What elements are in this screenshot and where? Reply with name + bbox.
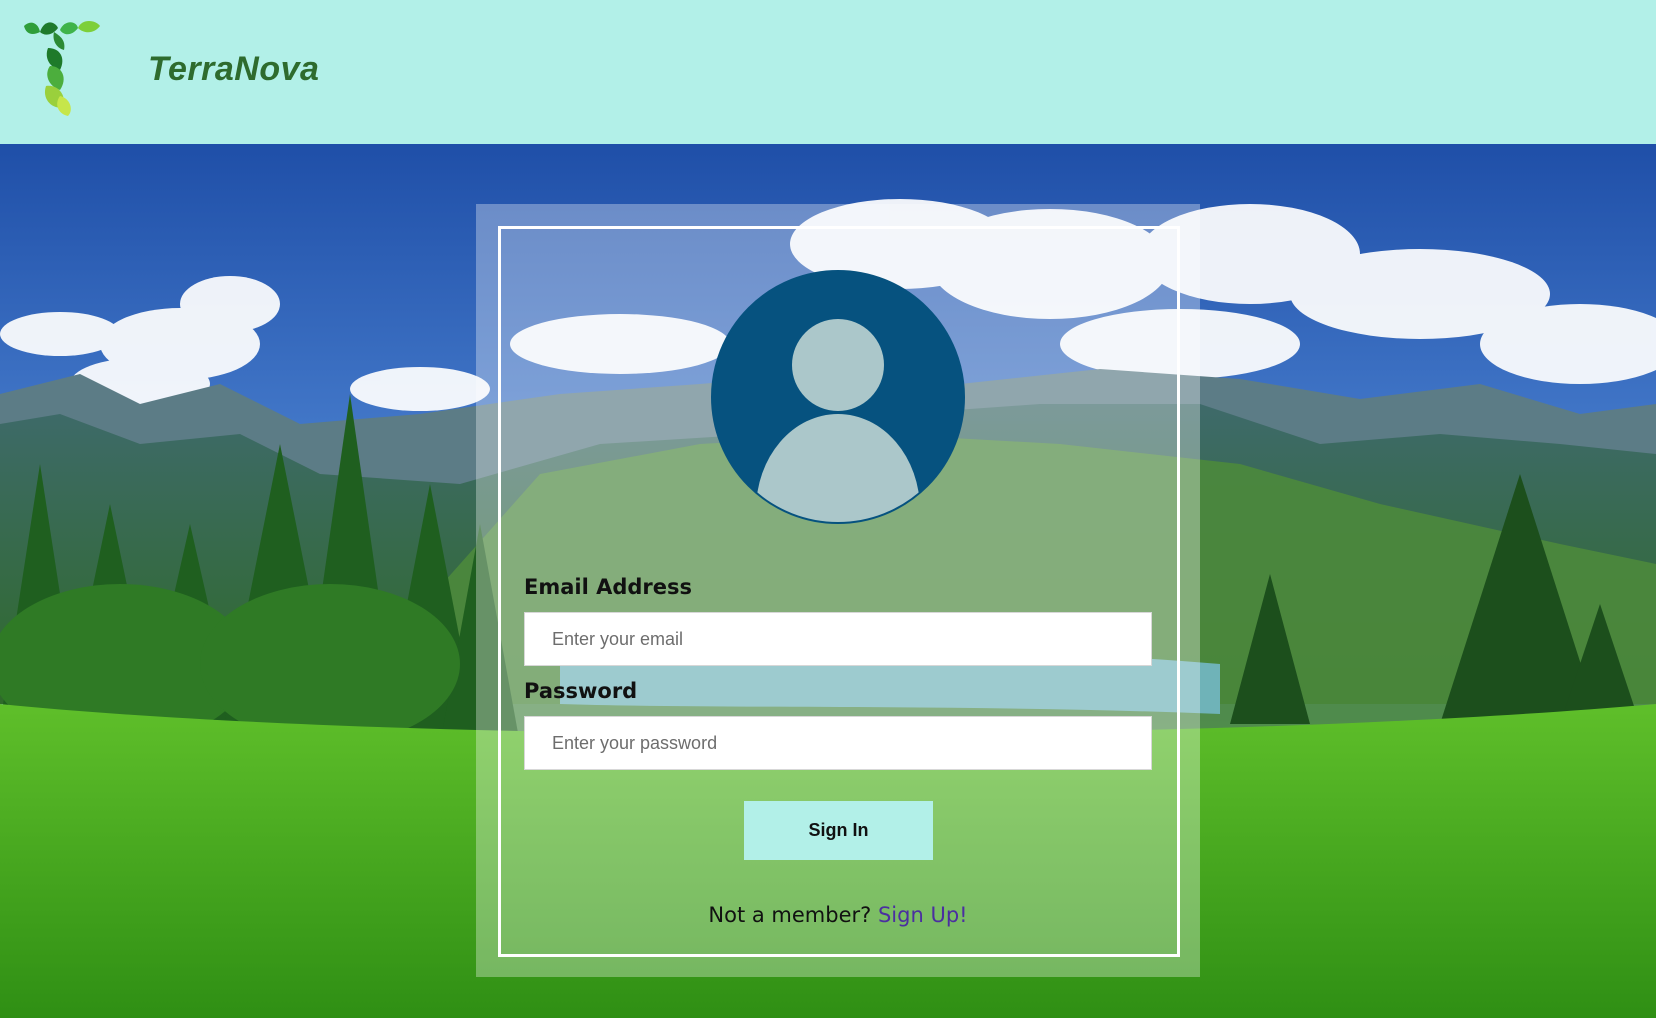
brand-name: TerraNova	[148, 50, 320, 88]
email-input[interactable]	[524, 612, 1152, 666]
sign-up-link[interactable]: Sign Up!	[878, 903, 968, 927]
top-header: TerraNova	[0, 0, 1656, 144]
password-label: Password	[524, 679, 638, 703]
user-avatar-icon	[711, 270, 965, 524]
terranova-logo-icon[interactable]	[20, 18, 104, 118]
signup-prompt-text: Not a member?	[708, 903, 872, 927]
sign-in-button[interactable]: Sign In	[744, 801, 933, 860]
email-label: Email Address	[524, 575, 693, 599]
password-input[interactable]	[524, 716, 1152, 770]
signup-prompt-line: Not a member? Sign Up!	[476, 903, 1200, 927]
